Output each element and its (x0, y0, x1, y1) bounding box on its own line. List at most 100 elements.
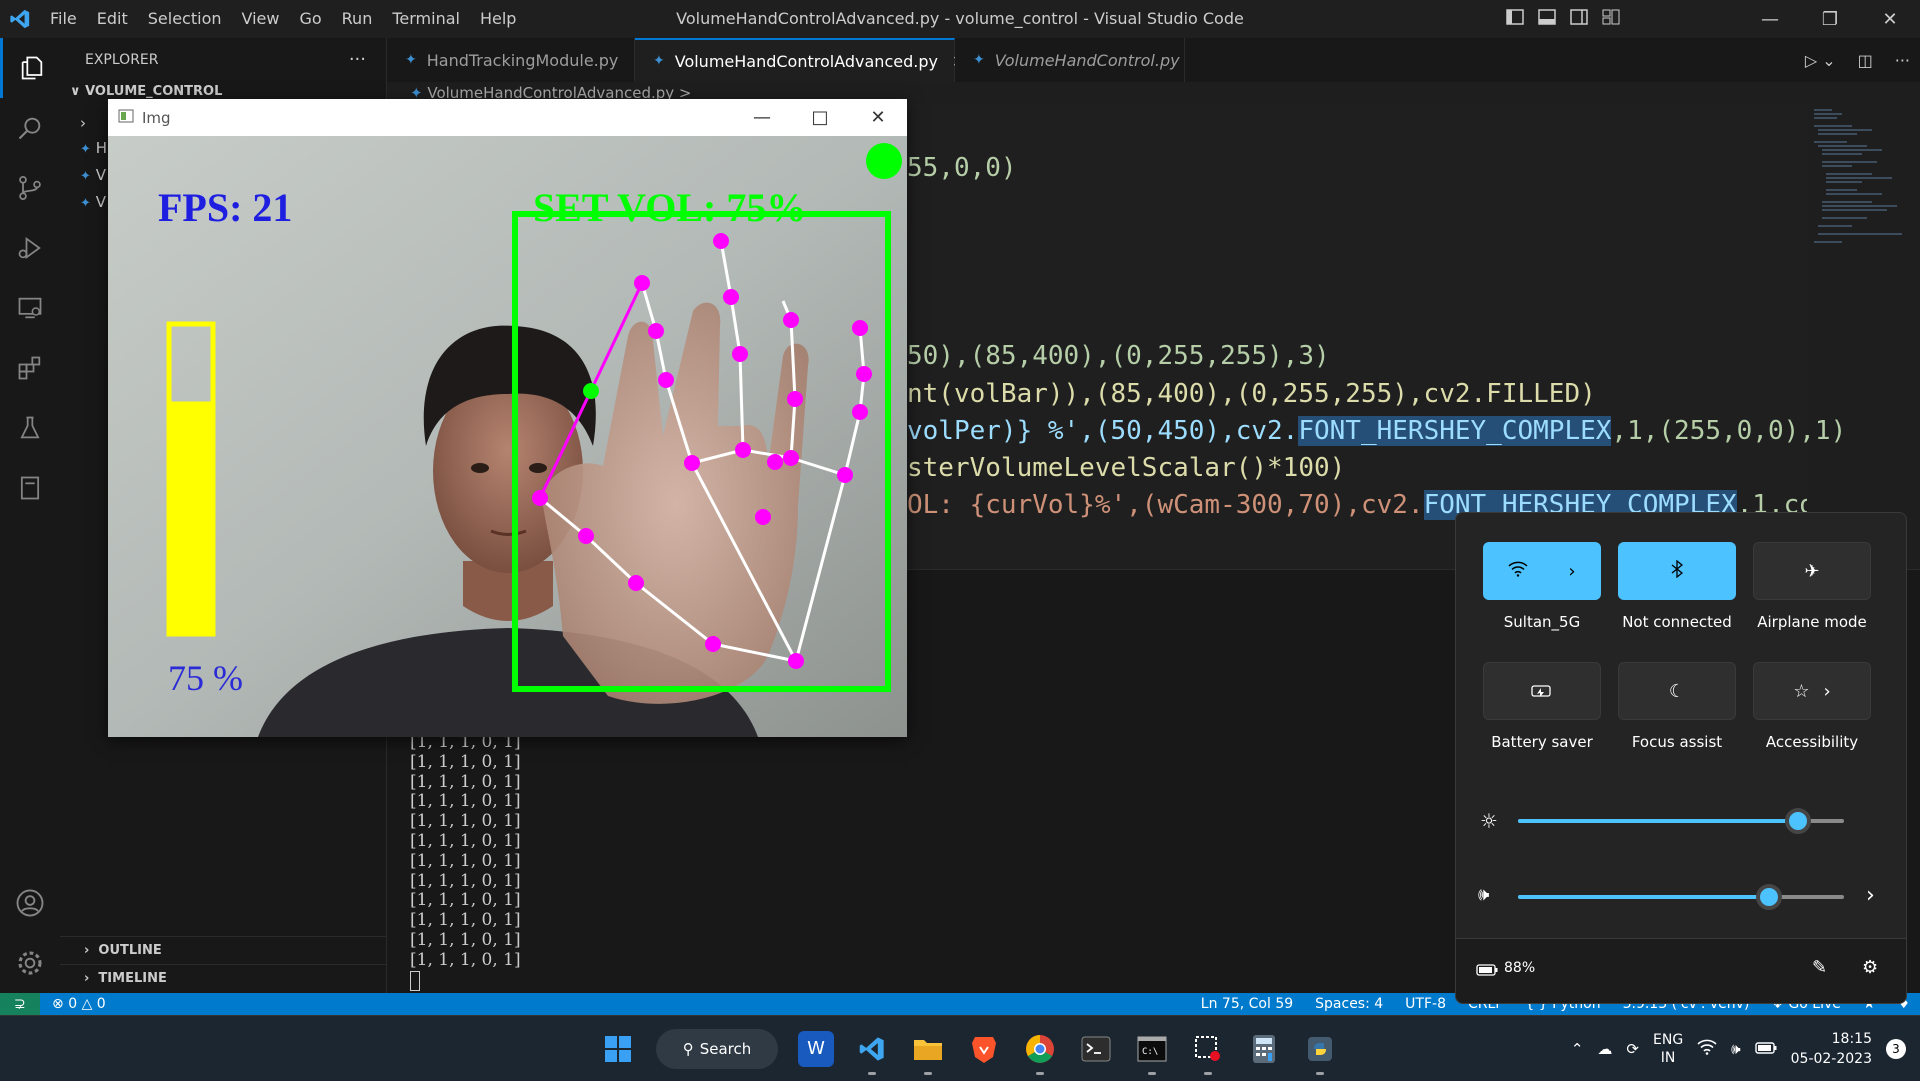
menu-edit[interactable]: Edit (87, 0, 138, 38)
menu-help[interactable]: Help (470, 0, 526, 38)
airplane-icon: ✈ (1804, 560, 1820, 582)
code-line[interactable]: 55,0,0) (907, 151, 1017, 185)
folder-collapsed[interactable]: › (80, 114, 86, 132)
minimize-icon[interactable]: — (1740, 0, 1800, 38)
file-item[interactable]: ✦ H (80, 139, 107, 157)
opencv-img-window[interactable]: Img — □ ✕ FPS: 21 SET VOL: 75% 75 % (108, 99, 907, 737)
battery-saver-toggle[interactable] (1483, 662, 1601, 720)
toggle-panel-icon[interactable] (1538, 9, 1556, 29)
menu-terminal[interactable]: Terminal (382, 0, 470, 38)
menu-view[interactable]: View (232, 0, 290, 38)
explorer-icon[interactable] (0, 38, 60, 98)
toggle-sidebar-icon[interactable] (1506, 9, 1524, 29)
tab-volumehandcontroladvanced[interactable]: ✦VolumeHandControlAdvanced.py✕ (635, 38, 965, 82)
terminal-icon[interactable] (1078, 1031, 1114, 1067)
tab-label: HandTrackingModule.py (426, 50, 619, 70)
notification-badge[interactable]: 3 (1886, 1038, 1906, 1059)
file-label: H (95, 139, 107, 157)
tab-volumehandcontrol[interactable]: ✦ VolumeHandControl.py (955, 38, 1185, 82)
focus-assist-toggle[interactable]: ☾ (1618, 662, 1736, 720)
problems-indicator[interactable]: ⊗ 0 △ 0 (52, 993, 106, 1015)
code-line[interactable]: 50),(85,400),(0,255,255),3) (907, 339, 1330, 373)
battery-percent: 88% (1504, 960, 1536, 976)
run-debug-icon[interactable] (0, 218, 60, 278)
timeline-section[interactable]: › TIMELINE (60, 964, 386, 992)
volume-slider-knob[interactable] (1756, 884, 1783, 910)
img-window-titlebar[interactable]: Img — □ ✕ (108, 99, 907, 136)
search-icon[interactable] (0, 98, 60, 158)
taskbar-search[interactable]: ⚲ Search (656, 1028, 778, 1069)
brave-browser-icon[interactable] (966, 1031, 1002, 1067)
file-item[interactable]: ✦ V (80, 166, 106, 184)
more-actions-icon[interactable]: ··· (1895, 51, 1910, 70)
sync-icon[interactable]: ⟳ (1626, 1040, 1639, 1058)
vscode-taskbar-icon[interactable] (854, 1031, 890, 1075)
testing-icon[interactable] (0, 398, 60, 458)
wifi-toggle[interactable]: › (1483, 542, 1601, 600)
extensions-icon[interactable] (0, 338, 60, 398)
word-icon[interactable]: W (798, 1030, 834, 1067)
edit-pencil-icon[interactable]: ✎ (1812, 957, 1827, 978)
chevron-right-icon[interactable]: › (1866, 883, 1875, 908)
settings-gear-icon[interactable] (0, 933, 60, 993)
bluetooth-toggle[interactable] (1618, 542, 1736, 600)
terminal-line: [1, 1, 1, 0, 1] (410, 811, 521, 832)
code-line[interactable]: sterVolumeLevelScalar()*100) (907, 451, 1345, 485)
account-icon[interactable] (0, 873, 60, 933)
clock[interactable]: 18:15 05-02-2023 (1791, 1029, 1872, 1069)
airplane-mode-toggle[interactable]: ✈ (1753, 542, 1871, 600)
code-line[interactable]: nt(volBar)),(85,400),(0,255,255),cv2.FIL… (907, 377, 1596, 411)
img-window-title: Img (142, 108, 171, 127)
source-control-icon[interactable] (0, 158, 60, 218)
more-actions-icon[interactable]: ··· (349, 38, 366, 82)
settings-gear-icon[interactable]: ⚙ (1862, 957, 1878, 978)
img-maximize-icon[interactable]: □ (791, 99, 849, 136)
minimap[interactable] (1812, 104, 1912, 284)
menu-selection[interactable]: Selection (138, 0, 232, 38)
wifi-icon[interactable] (1697, 1039, 1717, 1059)
close-icon[interactable]: ✕ (1860, 0, 1920, 38)
chevron-right-icon[interactable]: › (1568, 561, 1575, 582)
file-explorer-icon[interactable] (910, 1031, 946, 1075)
encoding[interactable]: UTF-8 (1405, 993, 1446, 1015)
run-python-icon[interactable]: ▷ ⌄ (1805, 51, 1836, 70)
toggle-secondary-sidebar-icon[interactable] (1570, 9, 1588, 29)
chevron-right-icon[interactable]: › (1823, 681, 1830, 702)
code-text-highlight: FONT_HERSHEY_COMPLEX (1298, 416, 1612, 446)
img-minimize-icon[interactable]: — (733, 99, 791, 136)
chevron-up-icon[interactable]: ⌃ (1571, 1040, 1584, 1058)
menu-file[interactable]: File (40, 0, 87, 38)
outline-section[interactable]: › OUTLINE (60, 936, 386, 964)
calculator-icon[interactable] (1246, 1031, 1282, 1067)
tab-handtrackingmodule[interactable]: ✦ HandTrackingModule.py (387, 38, 635, 82)
notebook-icon[interactable] (0, 458, 60, 518)
accessibility-toggle[interactable]: ☆ › (1753, 662, 1871, 720)
menu-go[interactable]: Go (289, 0, 331, 38)
menu-run[interactable]: Run (332, 0, 383, 38)
indentation[interactable]: Spaces: 4 (1315, 993, 1383, 1015)
project-folder[interactable]: ∨ VOLUME_CONTROL (70, 84, 222, 99)
remote-indicator-icon[interactable]: ⊋ (0, 993, 40, 1015)
terminal-line: [1, 1, 1, 0, 1] (410, 910, 521, 931)
customize-layout-icon[interactable] (1602, 9, 1620, 29)
outline-label: OUTLINE (98, 943, 162, 958)
img-close-icon[interactable]: ✕ (849, 99, 907, 136)
speaker-icon[interactable]: 🕪 (1731, 1040, 1740, 1058)
code-line[interactable]: volPer)} %',(50,450),cv2.FONT_HERSHEY_CO… (907, 414, 1846, 448)
split-editor-icon[interactable]: ◫ (1858, 51, 1873, 70)
start-windows-icon[interactable] (600, 1031, 636, 1067)
file-item[interactable]: ✦ V (80, 193, 106, 211)
language-indicator[interactable]: ENG IN (1653, 1031, 1683, 1067)
maximize-icon[interactable]: ❐ (1800, 0, 1860, 38)
cmd-icon[interactable]: C:\ (1134, 1031, 1170, 1075)
python-taskbar-icon[interactable] (1302, 1031, 1338, 1075)
chrome-icon[interactable] (1022, 1031, 1058, 1075)
brightness-slider-knob[interactable] (1785, 808, 1812, 834)
remote-explorer-icon[interactable] (0, 278, 60, 338)
battery-icon[interactable] (1754, 1040, 1777, 1058)
windows-taskbar: ⚲ Search W C:\ ⌃ ☁ ⟳ ENG IN 🕪 18:15 05-02… (0, 1015, 1920, 1081)
onedrive-cloud-icon[interactable]: ☁ (1597, 1040, 1612, 1058)
cursor-position[interactable]: Ln 75, Col 59 (1201, 993, 1293, 1015)
snipping-tool-icon[interactable] (1190, 1031, 1226, 1075)
accessibility-label: Accessibility (1765, 733, 1859, 751)
